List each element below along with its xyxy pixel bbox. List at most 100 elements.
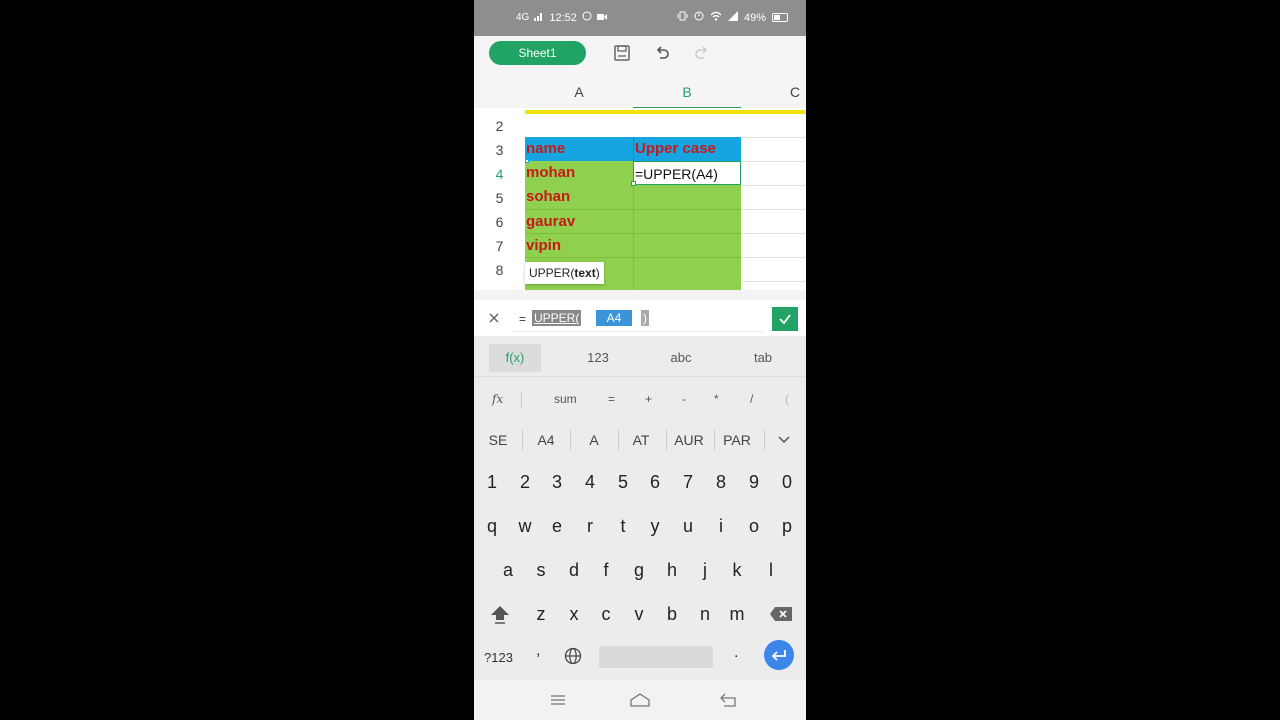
column-header-a[interactable]: A [525,84,633,100]
enter-button[interactable] [764,640,794,670]
key-x[interactable]: x [558,600,590,628]
key-4[interactable]: 4 [574,468,606,496]
suggestion-aur[interactable]: AUR [667,432,711,448]
key-z[interactable]: z [525,600,557,628]
cell-b4-editing[interactable]: =UPPER(A4) [633,161,741,185]
save-icon[interactable] [610,42,634,64]
formula-reference-token[interactable]: A4 [596,310,632,326]
suggestion-par[interactable]: PAR [715,432,759,448]
cell-b7[interactable] [633,233,741,257]
suggestion-se[interactable]: SE [476,432,520,448]
key-9[interactable]: 9 [738,468,770,496]
key-u[interactable]: u [672,512,704,540]
cell-a3[interactable]: name [525,137,633,161]
reference-handle[interactable] [525,159,529,163]
cell-b5[interactable] [633,185,741,209]
globe-icon[interactable] [563,646,583,666]
cell-a4[interactable]: mohan [525,161,633,185]
key-k[interactable]: k [721,556,753,584]
suggestion-a[interactable]: A [572,432,616,448]
suggestion-at[interactable]: AT [619,432,663,448]
key-6[interactable]: 6 [639,468,671,496]
row-number-7[interactable]: 7 [474,238,525,254]
mode-tab-function[interactable]: f(x) [489,344,541,372]
key-8[interactable]: 8 [705,468,737,496]
backspace-icon[interactable] [765,600,797,628]
key-a[interactable]: a [492,556,524,584]
cell-a6[interactable]: gaurav [525,209,633,233]
home-icon[interactable] [630,692,650,708]
key-1[interactable]: 1 [476,468,508,496]
key-v[interactable]: v [623,600,655,628]
menu-icon[interactable] [548,692,568,708]
formula-close-token[interactable]: ) [641,310,649,326]
mode-tab-tab[interactable]: tab [737,344,789,372]
symbols-key[interactable]: ?123 [484,650,513,665]
key-c[interactable]: c [590,600,622,628]
key-3[interactable]: 3 [541,468,573,496]
chevron-down-icon[interactable] [776,432,792,448]
key-r[interactable]: r [574,512,606,540]
comma-key[interactable]: , [536,642,540,660]
key-d[interactable]: d [558,556,590,584]
key-q[interactable]: q [476,512,508,540]
row-number-6[interactable]: 6 [474,214,525,230]
key-l[interactable]: l [755,556,787,584]
column-header-c[interactable]: C [741,84,806,100]
mode-tab-letters[interactable]: abc [655,344,707,372]
redo-icon[interactable] [690,42,714,64]
shift-icon[interactable] [484,600,516,628]
key-y[interactable]: y [639,512,671,540]
row-number-5[interactable]: 5 [474,190,525,206]
key-5[interactable]: 5 [607,468,639,496]
row-number-2[interactable]: 2 [474,118,525,134]
space-key[interactable] [599,646,713,668]
key-t[interactable]: t [607,512,639,540]
row-number-4[interactable]: 4 [474,166,525,182]
cell-b3[interactable]: Upper case [633,137,741,161]
key-g[interactable]: g [623,556,655,584]
key-b[interactable]: b [656,600,688,628]
spreadsheet-grid[interactable]: A B C 2 3 4 5 6 7 8 name Upper case moha… [474,76,806,290]
suggestion-a4[interactable]: A4 [524,432,568,448]
cell-b6[interactable] [633,209,741,233]
divide-key[interactable]: / [750,392,753,406]
key-n[interactable]: n [689,600,721,628]
undo-icon[interactable] [650,42,674,64]
formula-function-token[interactable]: UPPER( [532,310,582,326]
key-w[interactable]: w [509,512,541,540]
column-header-b[interactable]: B [633,84,741,100]
mode-tab-numbers[interactable]: 123 [572,344,624,372]
key-h[interactable]: h [656,556,688,584]
selection-handle[interactable] [631,181,636,186]
back-icon[interactable] [718,692,738,708]
key-2[interactable]: 2 [509,468,541,496]
sheet-tab[interactable]: Sheet1 [489,41,586,65]
period-key[interactable]: . [734,644,738,662]
key-7[interactable]: 7 [672,468,704,496]
minus-key[interactable]: - [682,392,686,406]
cell-b8[interactable] [633,257,741,290]
cell-a7[interactable]: vipin [525,233,633,257]
confirm-button[interactable] [772,307,798,331]
paren-key[interactable]: ( [785,392,789,406]
multiply-key[interactable]: * [714,392,719,406]
cell-a5[interactable]: sohan [525,185,633,209]
key-p[interactable]: p [771,512,803,540]
key-i[interactable]: i [705,512,737,540]
close-icon[interactable] [486,310,502,326]
formula-input[interactable]: = UPPER( A4 ) [512,304,764,332]
key-s[interactable]: s [525,556,557,584]
sum-key[interactable]: sum [554,392,577,406]
key-o[interactable]: o [738,512,770,540]
key-j[interactable]: j [689,556,721,584]
key-e[interactable]: e [541,512,573,540]
fx-icon[interactable]: fx [492,392,503,406]
key-f[interactable]: f [590,556,622,584]
key-m[interactable]: m [721,600,753,628]
plus-key[interactable]: + [645,392,652,406]
row-number-8[interactable]: 8 [474,262,525,278]
key-0[interactable]: 0 [771,468,803,496]
row-number-3[interactable]: 3 [474,142,525,158]
equals-key[interactable]: = [608,392,615,406]
